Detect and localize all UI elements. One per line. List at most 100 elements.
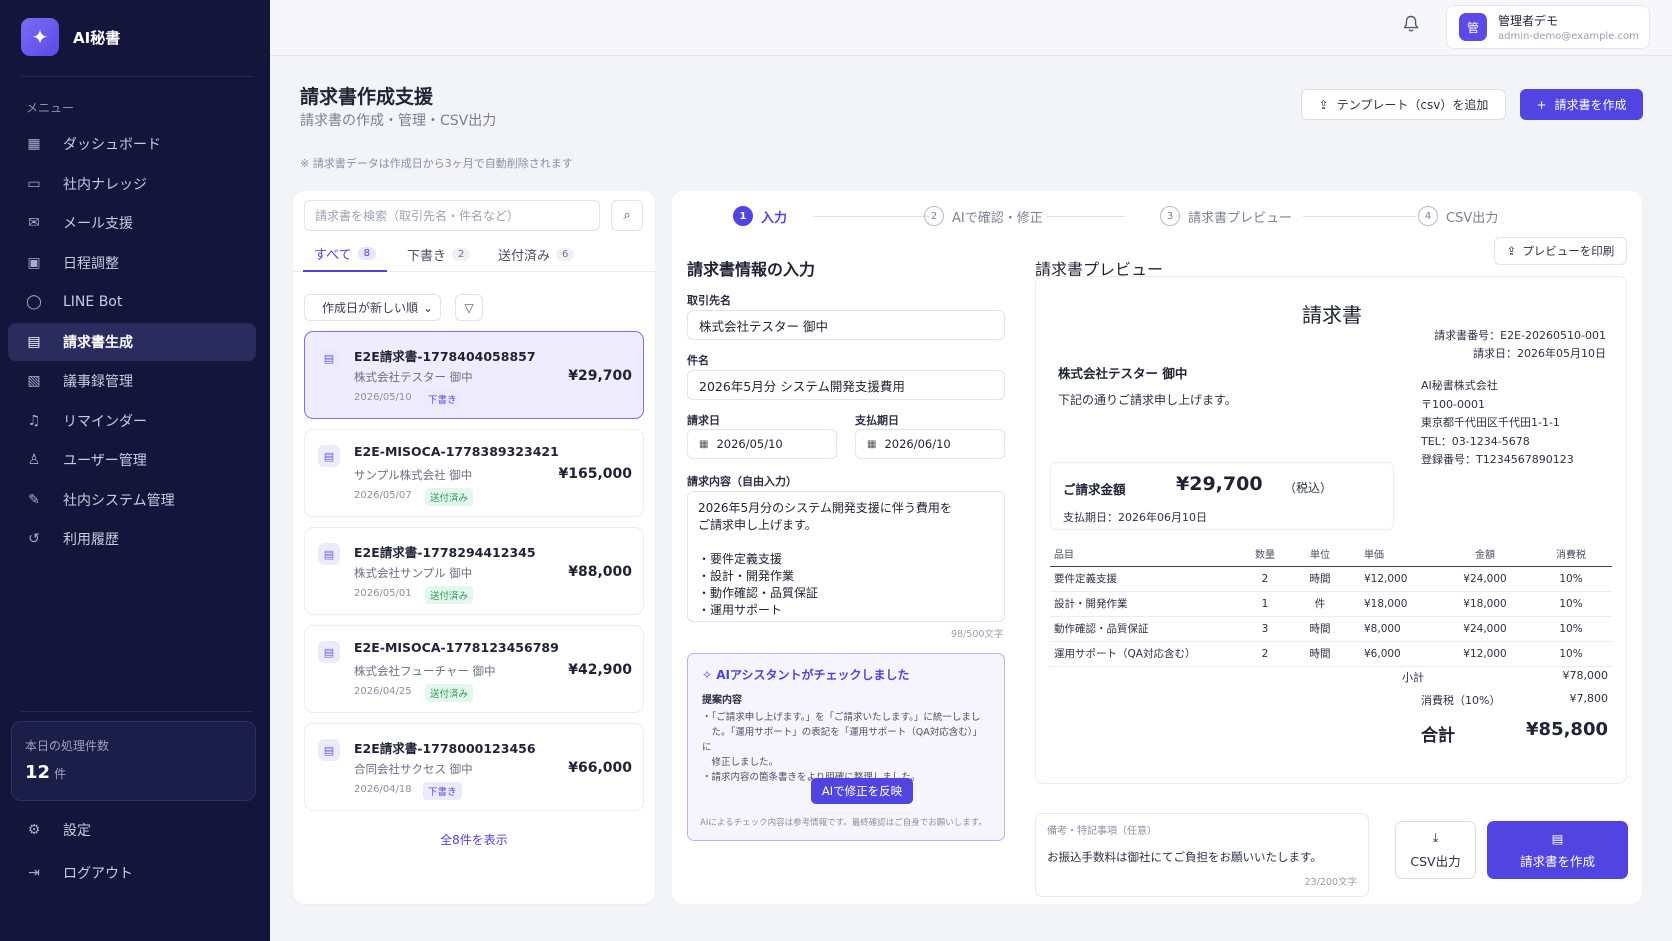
show-all-link[interactable]: 全8件を表示 (293, 831, 655, 848)
step-input[interactable]: 1 入力 (733, 206, 787, 226)
invoice-list-item[interactable]: ▤ E2E請求書-1778294412345 株式会社サンプル 御中 2026/… (304, 527, 644, 615)
create-invoice-button[interactable]: + 請求書を作成 (1520, 89, 1643, 120)
user-menu[interactable]: 管 管理者デモ admin-demo@example.com (1446, 5, 1650, 49)
sidebar-item-linebot[interactable]: ◯ LINE Bot (8, 283, 256, 321)
create-invoice-submit-button[interactable]: ▤ 請求書を作成 (1487, 821, 1628, 879)
sidebar-item-knowledge[interactable]: ▭ 社内ナレッジ (8, 165, 256, 203)
book-icon: ▭ (27, 175, 41, 192)
issuer-block: AI秘書株式会社 〒100-0001 東京都千代田区千代田1-1-1 TEL：0… (1421, 377, 1574, 470)
sidebar-item-label: 利用履歴 (63, 532, 119, 548)
sidebar-item-label: LINE Bot (63, 294, 123, 310)
ai-disclaimer: AIによるチェック内容は参考情報です。最終確認はご自身でお願いします。 (700, 818, 987, 828)
filter-button[interactable]: ▽ (455, 294, 483, 321)
logout-link[interactable]: ⇥ ログアウト (8, 854, 256, 892)
table-cell: ¥6,000 (1350, 641, 1440, 667)
tab-label: 送付済み (498, 248, 551, 264)
calendar-icon: ▣ (27, 254, 41, 271)
total-value: ¥85,800 (1526, 719, 1608, 740)
today-count-value: 12 (25, 762, 51, 783)
invoice-doc-title: 請求書 (1302, 303, 1362, 327)
table-cell: ¥8,000 (1350, 616, 1440, 642)
sidebar-item-schedule[interactable]: ▣ 日程調整 (8, 244, 256, 282)
sidebar-item-history[interactable]: ↺ 利用履歴 (8, 520, 256, 558)
invoice-list-item[interactable]: ▤ E2E-MISOCA-1778389323421 サンプル株式会社 御中 2… (304, 429, 644, 517)
subject-field[interactable]: 2026年5月分 システム開発支援費用 (687, 370, 1005, 400)
sidebar-item-system[interactable]: ✎ 社内システム管理 (8, 481, 256, 519)
invoice-list-item[interactable]: ▤ E2E-MISOCA-1778123456789 株式会社フューチャー 御中… (304, 625, 644, 713)
invoice-amount: ¥66,000 (568, 760, 632, 776)
stepper: 1 入力 2 AIで確認・修正 3 請求書プレビュー 4 CSV出力 (672, 191, 1642, 241)
page-title: 請求書作成支援 (300, 86, 434, 108)
invoice-client: 株式会社テスター 御中 (354, 370, 473, 384)
remarks-field[interactable]: 備考・特記事項（任意） お振込手数料は御社にてご負担をお願いいたします。 23/… (1035, 813, 1369, 897)
subject-label: 件名 (687, 354, 709, 367)
invoice-message: 下記の通りご請求申し上げます。 (1058, 393, 1237, 407)
billing-amount-value: ¥29,700 (1176, 473, 1263, 495)
chevron-down-icon: ⌄ (423, 300, 434, 315)
create-invoice-label: 請求書を作成 (1554, 98, 1627, 112)
tab-draft[interactable]: 下書き 2 (396, 236, 481, 272)
plus-icon: + (1536, 97, 1547, 112)
table-cell: 3 (1240, 616, 1290, 642)
sidebar-item-mail[interactable]: ✉ メール支援 (8, 204, 256, 242)
status-badge: 送付済み (425, 488, 474, 506)
notification-bell-icon[interactable] (1403, 15, 1419, 38)
due-date-value: 2026/06/10 (884, 437, 951, 451)
sort-select[interactable]: 作成日が新しい順 ⌄ (304, 294, 441, 321)
add-template-button[interactable]: ⇪ テンプレート（csv）を追加 (1301, 89, 1506, 120)
sidebar-item-reminder[interactable]: ♫ リマインダー (8, 402, 256, 440)
step-label: 請求書プレビュー (1188, 210, 1293, 226)
sidebar-item-users[interactable]: ♙ ユーザー管理 (8, 441, 256, 479)
issue-date-value: 2026/05/10 (716, 437, 783, 451)
step-csv[interactable]: 4 CSV出力 (1418, 206, 1498, 226)
sidebar-item-label: ユーザー管理 (63, 453, 147, 469)
sidebar-item-dashboard[interactable]: ▦ ダッシュボード (8, 125, 256, 163)
sidebar-item-minutes[interactable]: ▧ 議事録管理 (8, 362, 256, 400)
issue-date-label: 請求日 (687, 414, 720, 427)
invoice-icon: ▤ (27, 333, 41, 350)
document-icon: ▤ (318, 543, 340, 565)
settings-link[interactable]: ⚙ 設定 (8, 811, 256, 849)
print-preview-button[interactable]: ⇪ プレビューを印刷 (1494, 237, 1627, 265)
tab-sent[interactable]: 送付済み 6 (487, 236, 585, 272)
step-number: 3 (1160, 206, 1180, 226)
ai-suggestion-line: ・「ご請求申し上げます。」を「ご請求いたします。」に統一しまし (702, 712, 981, 723)
table-cell: ¥18,000 (1440, 591, 1530, 617)
step-label: CSV出力 (1446, 210, 1499, 226)
step-ai-check[interactable]: 2 AIで確認・修正 (924, 206, 1043, 226)
client-field[interactable]: 株式会社テスター 御中 (687, 310, 1005, 340)
today-count-unit: 件 (54, 767, 67, 781)
table-cell: 時間 (1290, 616, 1350, 642)
ai-suggestion-line: た。「運用サポート」の表記を「運用サポート（QA対応含む）」に (702, 727, 982, 753)
page-subtitle: 請求書の作成・管理・CSV出力 (300, 113, 497, 129)
create-invoice-submit-label: 請求書を作成 (1519, 853, 1595, 869)
search-button[interactable]: ⌕ (611, 200, 643, 231)
app-logo[interactable]: ✦ AI秘書 (21, 18, 120, 56)
sparkle-icon: ✧ (702, 668, 713, 682)
tab-all[interactable]: すべて 8 (303, 236, 387, 272)
invoice-search-input[interactable]: 請求書を検索（取引先名・件名など） (304, 200, 600, 231)
issue-date-field[interactable]: ▦ 2026/05/10 (687, 429, 837, 459)
tab-count: 2 (452, 247, 471, 261)
sidebar-item-label: 請求書生成 (63, 334, 133, 351)
wrench-icon: ✎ (28, 491, 40, 508)
sidebar-item-invoice[interactable]: ▤ 請求書生成 (8, 322, 256, 361)
invoice-list-item[interactable]: ▤ E2E請求書-1778404058857 株式会社テスター 御中 2026/… (304, 331, 644, 419)
divider (21, 76, 253, 77)
content-line: 2026年5月分のシステム開発支援に伴う費用を (698, 501, 952, 515)
divider (21, 711, 253, 712)
document-icon: ▤ (318, 347, 340, 369)
due-date-field[interactable]: ▦ 2026/06/10 (855, 429, 1005, 459)
content-textarea[interactable]: 2026年5月分のシステム開発支援に伴う費用を ご請求申し上げます。 ・要件定義… (687, 491, 1005, 622)
chat-bubble-icon: ◯ (26, 294, 42, 310)
invoice-list-item[interactable]: ▤ E2E請求書-1778000123456 合同会社サクセス 御中 2026/… (304, 723, 644, 811)
issuer-line: 東京都千代田区千代田1-1-1 (1421, 416, 1560, 429)
status-badge: 下書き (423, 782, 462, 800)
total-label: 合計 (1421, 726, 1455, 746)
status-badge: 下書き (423, 390, 462, 408)
tab-count: 8 (357, 246, 376, 260)
apply-ai-fix-button[interactable]: AIで修正を反映 (811, 778, 913, 804)
step-preview[interactable]: 3 請求書プレビュー (1160, 206, 1292, 226)
tab-label: すべて (314, 247, 352, 263)
csv-export-button[interactable]: ⤓ CSV出力 (1395, 821, 1476, 879)
